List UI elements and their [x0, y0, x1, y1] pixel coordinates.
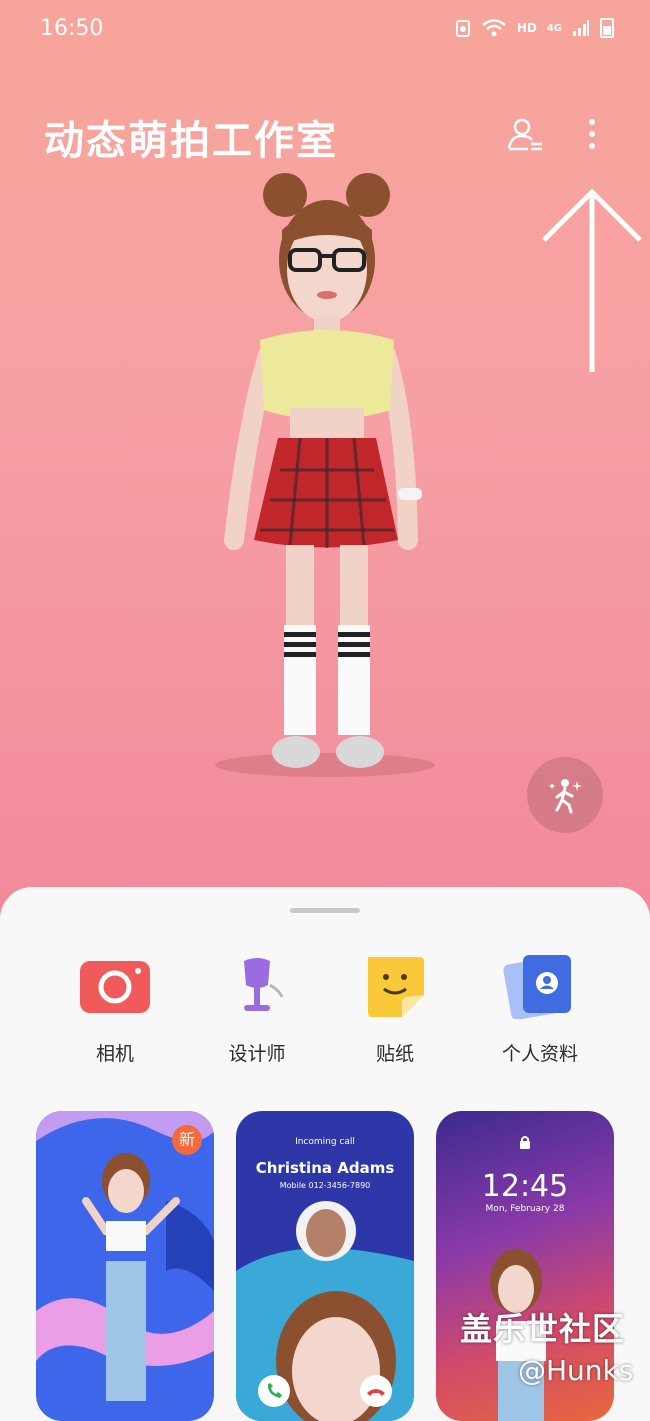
avatar-figure [215, 173, 435, 777]
wifi-icon [482, 19, 506, 37]
more-options-button[interactable] [572, 114, 616, 158]
tool-camera-label: 相机 [95, 1043, 134, 1065]
mannequin-icon [244, 958, 284, 1011]
incoming-call-label: Incoming call [295, 1137, 355, 1147]
status-bar: 16:50 HD 4G [0, 0, 650, 60]
more-vertical-icon [589, 119, 595, 149]
tool-designer-label: 设计师 [228, 1043, 286, 1065]
hd-label: HD [516, 21, 537, 35]
tool-camera[interactable]: 相机 [50, 949, 180, 1069]
pose-action-button[interactable] [527, 757, 603, 833]
watermark-line1: 盖乐世社区 [460, 1310, 626, 1348]
tool-profile[interactable]: 个人资料 [475, 949, 605, 1069]
theme-card-wallpaper[interactable]: 新 [36, 1111, 214, 1421]
profile-card-icon [503, 955, 571, 1019]
network-label: 4G [546, 22, 562, 34]
page-title: 动态萌拍工作室 [44, 118, 338, 164]
tool-row: 相机 设计师 贴纸 个人资料 [0, 949, 650, 1069]
theme-card-call[interactable]: Incoming call Christina Adams Mobile 012… [236, 1111, 414, 1421]
decline-call-icon [360, 1375, 392, 1407]
sparkle-pose-icon [549, 779, 582, 814]
status-icons: HD 4G [455, 18, 614, 38]
tool-sticker-label: 贴纸 [375, 1043, 414, 1065]
camera-icon [80, 961, 150, 1013]
tool-profile-label: 个人资料 [501, 1043, 578, 1065]
recycle-icon [455, 20, 470, 37]
battery-icon [600, 18, 614, 38]
tool-sticker[interactable]: 贴纸 [330, 949, 460, 1069]
lock-time: 12:45 [481, 1169, 569, 1204]
caller-number: Mobile 012-3456-7890 [279, 1181, 371, 1190]
caller-name: Christina Adams [255, 1159, 395, 1177]
wallpaper-preview [36, 1111, 214, 1401]
profile-list-icon [507, 118, 542, 151]
new-badge: 新 [172, 1125, 202, 1155]
arrow-up-annotation [542, 188, 642, 372]
sheet-drag-handle[interactable] [290, 908, 360, 913]
watermark: 盖乐世社区 @Hunks [460, 1304, 633, 1387]
signal-icon [573, 20, 589, 36]
lock-icon [520, 1136, 530, 1149]
sticker-icon [368, 957, 424, 1017]
tool-designer[interactable]: 设计师 [192, 949, 322, 1069]
watermark-line2: @Hunks [518, 1354, 634, 1387]
status-time: 16:50 [40, 16, 104, 41]
accept-call-icon [258, 1375, 290, 1407]
lock-date: Mon, February 28 [485, 1204, 565, 1214]
profile-list-button[interactable] [504, 114, 548, 158]
avatar-hero: 16:50 HD 4G 动态萌拍工作室 [0, 0, 650, 920]
